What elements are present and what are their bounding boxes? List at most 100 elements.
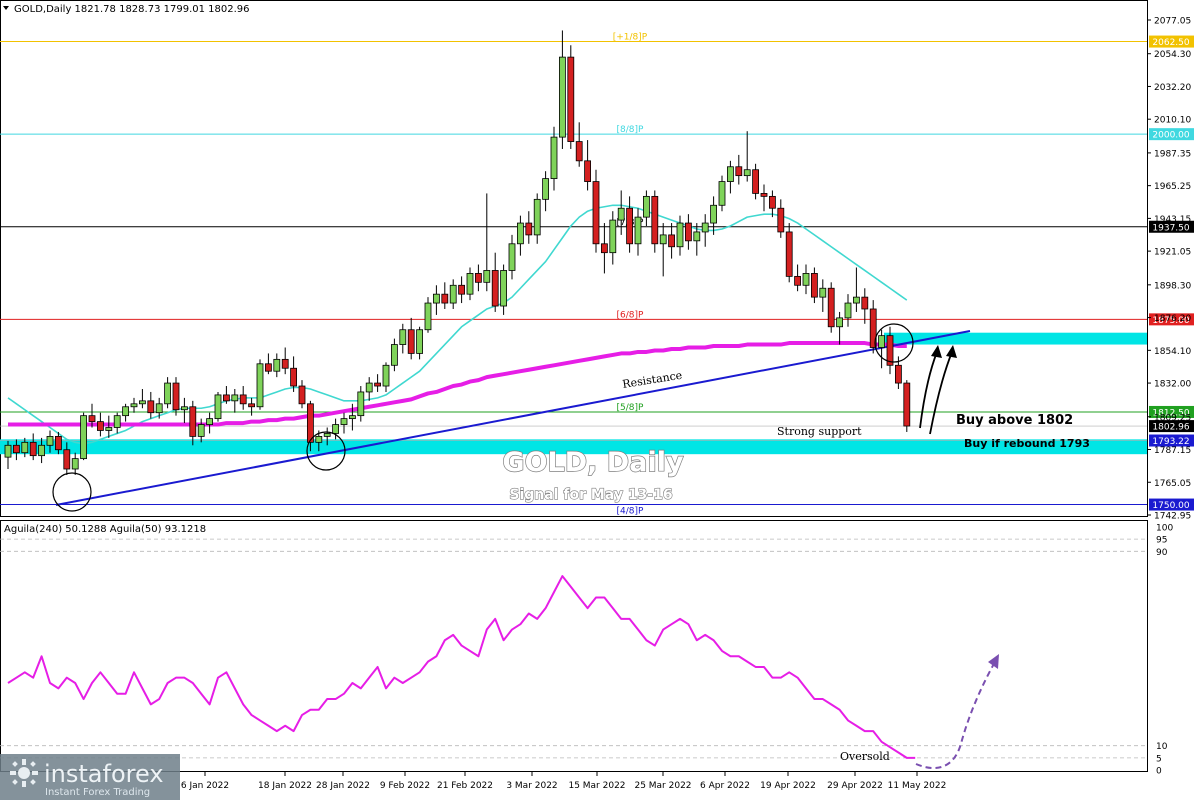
candle [97,412,104,437]
candle-body [374,382,382,387]
candle [449,279,457,309]
candle [844,294,852,327]
candle-body [458,284,466,295]
candle-body [71,458,79,470]
candle-body [550,136,558,180]
candle-body [55,436,62,451]
time-tick-label: 11 May 2022 [888,781,947,791]
candle-body [264,363,272,372]
candle-body [752,169,759,194]
candle-body [357,391,365,417]
candle [727,160,734,194]
candle [458,276,466,304]
time-tick-label: 15 Mar 2022 [568,781,625,791]
candle [752,163,759,200]
candle-body [491,270,499,307]
candle [685,214,692,250]
candle-body [206,418,214,425]
candle [500,264,508,315]
candle-body [794,275,801,286]
brand-mark-icon [10,759,38,787]
price-tick-label: 2054.30 [1154,50,1191,60]
candle [718,175,726,212]
price-tick-label: 1921.05 [1154,248,1191,258]
candle-body [668,234,675,248]
candle-body [231,394,239,402]
candle-body [97,421,104,431]
candle [592,169,600,253]
murrey-level-label: [8/8]P [617,125,645,135]
time-tick-label: 3 Mar 2022 [506,781,557,791]
candle-body [769,195,776,209]
oversold-label: Oversold [840,750,890,763]
candle [206,412,214,434]
candle [122,403,129,422]
murrey-level-label: [6/8]P [617,310,645,320]
candle [130,397,138,413]
candle [474,264,482,292]
price-tag-value: 1802.96 [1152,423,1189,433]
candle [29,433,37,461]
candle-body [382,364,390,387]
candle [836,311,843,345]
price-tick-label: 2010.10 [1154,116,1191,126]
price-tag-value: 1750.00 [1152,501,1189,511]
price-tick-label: 1876.20 [1154,314,1191,324]
candle-body [441,293,449,304]
candle [802,264,810,295]
candle-body [189,406,197,437]
candle [466,267,474,301]
candle [550,126,558,191]
candle-body [113,415,121,428]
candle-body [130,403,138,408]
candle-body [592,181,600,245]
candle-body [273,358,281,372]
candle-body [172,382,180,411]
price-tick-label: 1832.00 [1154,380,1191,390]
candle [861,288,869,324]
candle-body [416,329,424,354]
rebound-arrow-2-head [946,345,957,358]
candle-body [601,243,608,254]
candle-body [21,441,29,454]
price-tick-label: 1742.95 [1154,512,1191,522]
price-tick-label: 1965.25 [1154,182,1191,192]
time-tick-label: 29 Apr 2022 [827,781,883,791]
time-tick-label: 18 Jan 2022 [258,781,312,791]
price-tick-label: 1809.25 [1154,413,1191,423]
projection-arrow-head [988,654,999,669]
candle [407,317,415,360]
candle [811,267,818,304]
candle [365,377,373,401]
price-tick-label: 1854.10 [1154,347,1191,357]
symbol-header: GOLD,Daily 1821.78 1828.73 1799.01 1802.… [14,4,250,15]
candle [710,196,717,235]
candle-body [500,270,508,307]
candle [248,397,256,416]
price-tick-label: 1898.30 [1154,281,1191,291]
candle-body [214,394,222,420]
candles-layer [4,30,911,475]
chart-subtitle: Signal for May 13-16 [509,487,672,503]
candle-body [248,403,256,408]
candle [517,215,524,256]
candle-body [609,219,617,254]
candle-body [239,394,247,405]
candle-body [785,231,793,277]
candle-body [80,415,87,460]
candle-body [878,335,885,348]
candle-body [701,222,709,233]
candle-body [197,424,205,437]
candle [281,347,289,375]
collapse-icon[interactable] [3,6,9,10]
chart-title: GOLD, Daily [502,447,684,478]
candle [491,252,499,312]
candle [827,282,835,333]
candle [643,190,650,227]
candle-body [399,329,407,345]
candle [701,214,709,247]
candle [743,131,751,182]
rebound-arrow-1-head [931,345,942,358]
candle-body [844,302,852,319]
candle-body [298,385,306,405]
